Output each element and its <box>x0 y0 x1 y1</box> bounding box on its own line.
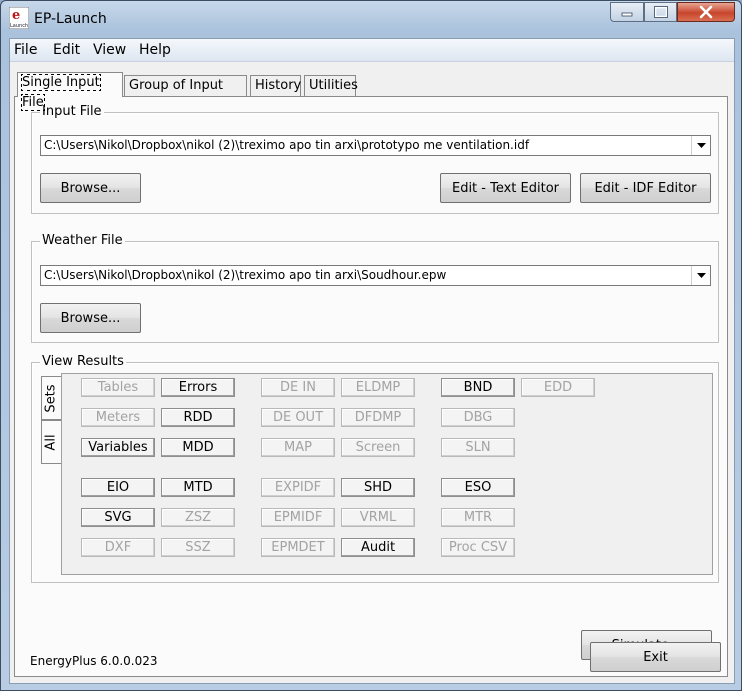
weather-browse-button[interactable]: Browse... <box>40 303 141 333</box>
result-svg-button[interactable]: SVG <box>81 508 155 527</box>
result-errors-button[interactable]: Errors <box>161 378 235 397</box>
ep-launch-app-icon: e Launch <box>8 6 30 30</box>
weather-file-path: C:\Users\Nikol\Dropbox\nikol (2)\treximo… <box>44 268 447 282</box>
svg-text:Launch: Launch <box>10 23 28 29</box>
minimize-button[interactable] <box>610 2 644 22</box>
tab-utilities[interactable]: Utilities <box>304 75 358 96</box>
result-screen-button: Screen <box>341 438 415 457</box>
close-icon <box>678 3 734 21</box>
maximize-button[interactable] <box>644 2 677 22</box>
result-dxf-button: DXF <box>81 538 155 557</box>
menu-edit[interactable]: Edit <box>53 42 80 58</box>
weather-file-legend: Weather File <box>40 233 125 248</box>
tab-single-input-file[interactable]: Single Input File <box>17 72 123 111</box>
tab-group-of-input-files[interactable]: Group of Input Files <box>124 75 247 113</box>
result-de-in-button: DE IN <box>261 378 335 397</box>
menu-view[interactable]: View <box>93 42 126 58</box>
result-de-out-button: DE OUT <box>261 408 335 427</box>
edit-idf-editor-button[interactable]: Edit - IDF Editor <box>580 173 711 203</box>
dropdown-arrow-icon[interactable] <box>691 266 710 285</box>
result-zsz-button: ZSZ <box>161 508 235 527</box>
result-bnd-button[interactable]: BND <box>441 378 515 397</box>
result-eio-button[interactable]: EIO <box>81 478 155 497</box>
result-ssz-button: SSZ <box>161 538 235 557</box>
client-area: File Edit View Help Single Input File Gr… <box>9 38 735 684</box>
result-mtd-button[interactable]: MTD <box>161 478 235 497</box>
result-eso-button[interactable]: ESO <box>441 478 515 497</box>
result-eldmp-button: ELDMP <box>341 378 415 397</box>
result-tables-button: Tables <box>81 378 155 397</box>
menu-bar: File Edit View Help <box>10 39 734 62</box>
input-file-path-combo[interactable]: C:\Users\Nikol\Dropbox\nikol (2)\treximo… <box>40 135 711 156</box>
window-title: EP-Launch <box>34 11 107 27</box>
minimize-icon <box>611 3 643 21</box>
result-epmdet-button: EPMDET <box>261 538 335 557</box>
weather-file-path-combo[interactable]: C:\Users\Nikol\Dropbox\nikol (2)\treximo… <box>40 265 711 286</box>
tab-sets[interactable]: Sets <box>41 376 61 420</box>
result-variables-button[interactable]: Variables <box>81 438 155 457</box>
maximize-icon <box>645 3 676 21</box>
tab-all[interactable]: All <box>41 420 61 464</box>
tab-history[interactable]: History <box>250 75 301 96</box>
menu-help[interactable]: Help <box>139 42 171 58</box>
result-shd-button[interactable]: SHD <box>341 478 415 497</box>
result-proc-csv-button: Proc CSV <box>441 538 515 557</box>
exit-button[interactable]: Exit <box>590 642 721 672</box>
result-dbg-button: DBG <box>441 408 515 427</box>
result-sln-button: SLN <box>441 438 515 457</box>
energyplus-version: EnergyPlus 6.0.0.023 <box>30 654 158 668</box>
result-map-button: MAP <box>261 438 335 457</box>
result-audit-button[interactable]: Audit <box>341 538 415 557</box>
svg-text:e: e <box>12 8 20 23</box>
main-window: e Launch EP-Launch File Edit View Help S… <box>0 0 742 691</box>
result-vrml-button: VRML <box>341 508 415 527</box>
single-input-file-panel: Input File C:\Users\Nikol\Dropbox\nikol … <box>14 96 728 677</box>
edit-text-editor-button[interactable]: Edit - Text Editor <box>440 173 571 203</box>
result-mtr-button: MTR <box>441 508 515 527</box>
input-file-group: Input File C:\Users\Nikol\Dropbox\nikol … <box>31 104 719 214</box>
menu-file[interactable]: File <box>14 42 37 58</box>
result-expidf-button: EXPIDF <box>261 478 335 497</box>
result-edd-button: EDD <box>521 378 595 397</box>
input-browse-button[interactable]: Browse... <box>40 173 141 203</box>
result-dfdmp-button: DFDMP <box>341 408 415 427</box>
input-file-path: C:\Users\Nikol\Dropbox\nikol (2)\treximo… <box>44 138 530 152</box>
close-button[interactable] <box>677 2 735 22</box>
result-mdd-button[interactable]: MDD <box>161 438 235 457</box>
input-file-legend: Input File <box>40 104 104 119</box>
view-results-legend: View Results <box>40 354 126 369</box>
title-bar[interactable]: e Launch EP-Launch <box>1 1 741 37</box>
weather-file-group: Weather File C:\Users\Nikol\Dropbox\niko… <box>31 233 719 343</box>
result-rdd-button[interactable]: RDD <box>161 408 235 427</box>
dropdown-arrow-icon[interactable] <box>691 136 710 155</box>
result-epmidf-button: EPMIDF <box>261 508 335 527</box>
result-meters-button: Meters <box>81 408 155 427</box>
view-results-group: View Results Sets All Tables Errors DE IN E… <box>31 354 719 583</box>
